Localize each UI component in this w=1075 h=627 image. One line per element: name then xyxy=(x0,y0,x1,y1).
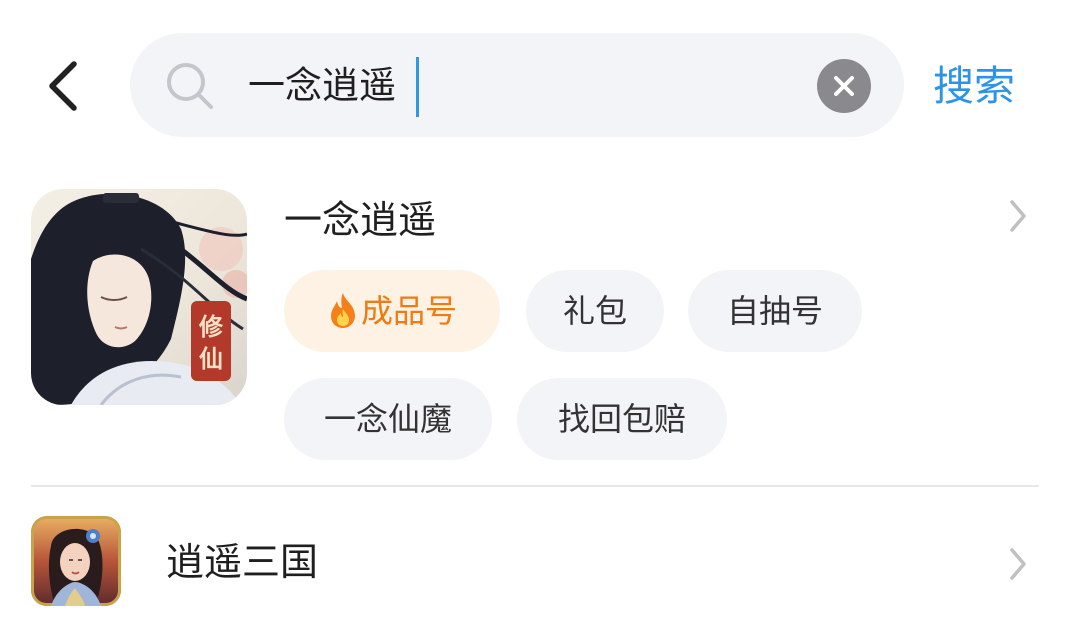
clear-search-button[interactable] xyxy=(817,59,871,113)
chevron-right-icon xyxy=(1010,548,1026,580)
chevron-right-icon xyxy=(1010,200,1026,232)
back-button[interactable] xyxy=(30,50,94,122)
chevron-left-icon xyxy=(49,61,77,111)
result-item-yinian-xiaoyao[interactable]: 修 仙 一念逍遥 成品号 礼包 自抽号 一念仙魔 找回包赔 xyxy=(0,170,1075,486)
game-icon-xiaoyao-sanguo[interactable] xyxy=(31,516,121,606)
game-icon-yinian-xiaoyao[interactable]: 修 仙 xyxy=(31,189,247,405)
fire-icon xyxy=(330,293,355,328)
search-submit-button[interactable]: 搜索 xyxy=(933,55,1015,117)
result-title: 一念逍遥 xyxy=(284,198,437,242)
tag-yinian-xianmo[interactable]: 一念仙魔 xyxy=(284,378,492,460)
search-icon xyxy=(167,63,213,109)
divider xyxy=(31,485,1039,487)
tag-libao[interactable]: 礼包 xyxy=(526,270,664,352)
tag-zichouhao[interactable]: 自抽号 xyxy=(688,270,862,352)
tag-chengpinhao[interactable]: 成品号 xyxy=(284,270,500,352)
tag-zhaohui-baopei[interactable]: 找回包赔 xyxy=(517,378,727,460)
close-icon xyxy=(834,76,854,96)
text-cursor xyxy=(416,57,419,117)
search-input[interactable]: 一念逍遥 xyxy=(248,55,396,117)
result-title: 逍遥三国 xyxy=(166,540,319,584)
search-bar[interactable] xyxy=(130,33,904,137)
search-results-page: 一念逍遥 搜索 修 仙 一念逍遥 成品号 礼包 自抽号 一念仙魔 找回包赔 逍遥… xyxy=(0,0,1075,627)
svg-text:仙: 仙 xyxy=(199,344,223,373)
result-item-xiaoyao-sanguo[interactable]: 逍遥三国 xyxy=(0,500,1075,627)
svg-text:修: 修 xyxy=(198,312,224,341)
